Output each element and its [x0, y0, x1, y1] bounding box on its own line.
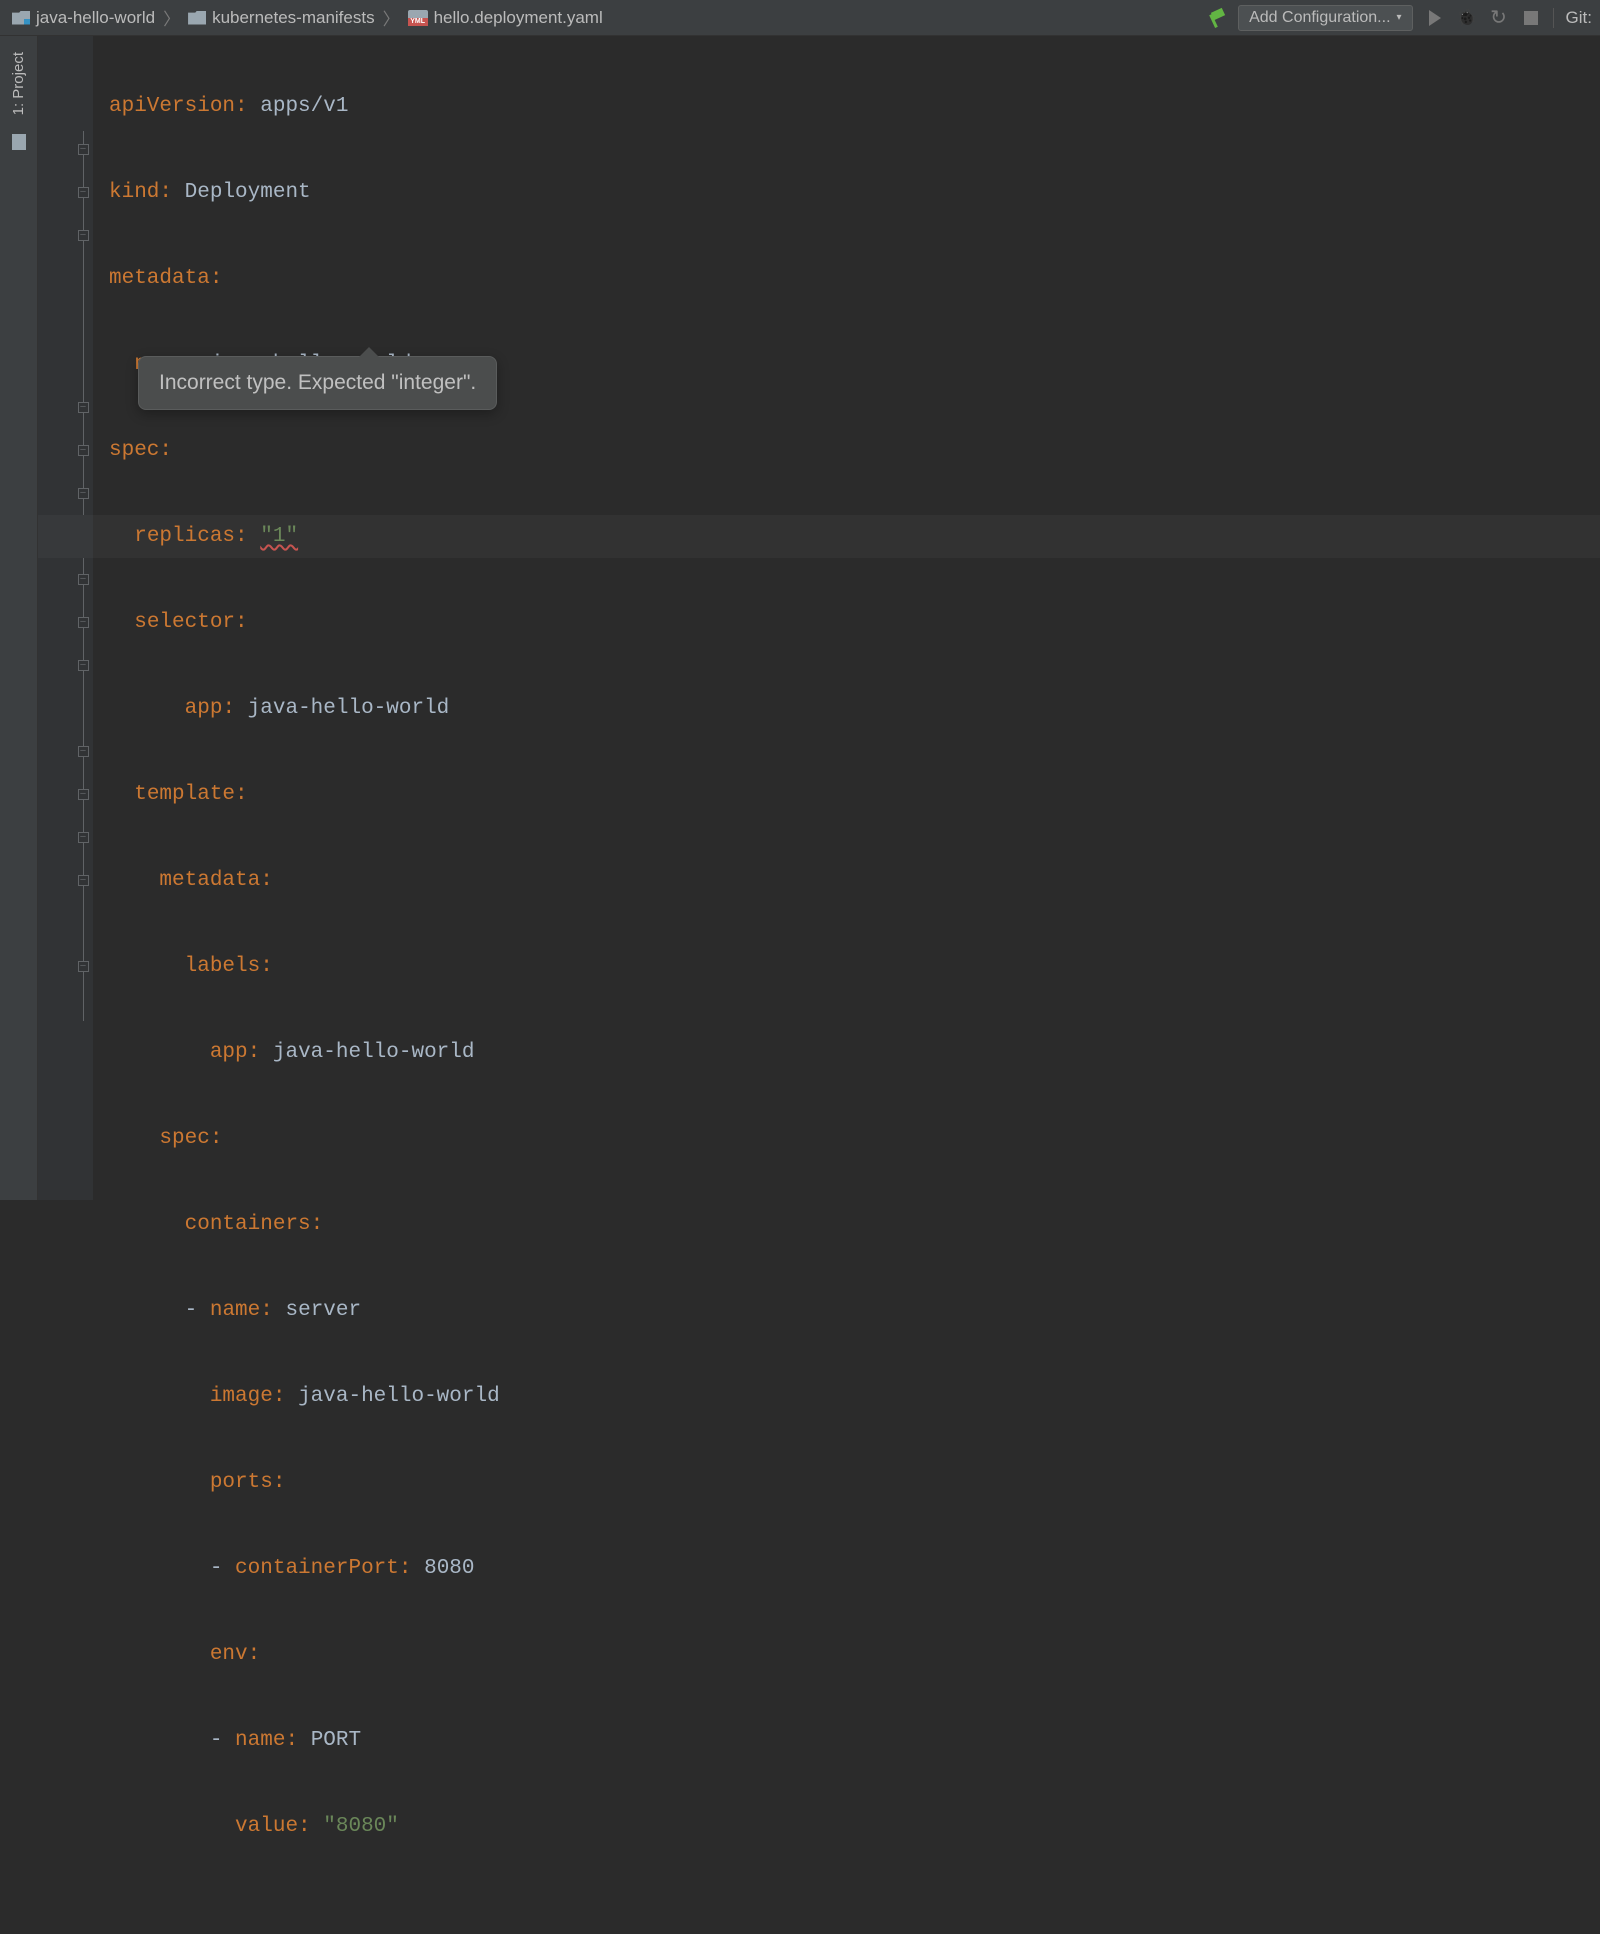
coverage-icon[interactable] — [1489, 8, 1509, 28]
fold-toggle[interactable] — [77, 472, 89, 515]
code-line[interactable]: metadata: — [93, 257, 1600, 300]
sidebar-folder-icon[interactable] — [12, 134, 26, 150]
top-toolbar: java-hello-world 〉 kubernetes-manifests … — [0, 0, 1600, 36]
code-line[interactable]: ports: — [93, 1461, 1600, 1504]
code-line[interactable]: selector: — [93, 601, 1600, 644]
fold-toggle[interactable] — [77, 730, 89, 773]
toolbar-right: Add Configuration... Git: — [1206, 5, 1592, 31]
code-line[interactable]: - containerPort: 8080 — [93, 1547, 1600, 1590]
folder-icon — [188, 11, 206, 25]
editor[interactable]: apiVersion: apps/v1 kind: Deployment met… — [38, 36, 1600, 1200]
left-sidebar: 1: Project — [0, 36, 38, 1200]
fold-marker — [77, 85, 89, 128]
code-line[interactable]: containers: — [93, 1203, 1600, 1246]
fold-toggle[interactable] — [77, 859, 89, 902]
code-line[interactable]: spec: — [93, 429, 1600, 472]
fold-marker — [77, 300, 89, 343]
project-folder-icon — [12, 11, 30, 25]
error-value: "1" — [260, 525, 298, 548]
code-line[interactable]: image: java-hello-world — [93, 1375, 1600, 1418]
fold-toggle[interactable] — [77, 644, 89, 687]
code-area[interactable]: apiVersion: apps/v1 kind: Deployment met… — [93, 36, 1600, 1200]
code-line[interactable]: env: — [93, 1633, 1600, 1676]
code-line-error[interactable]: replicas: "1" — [93, 515, 1600, 558]
code-line[interactable]: spec: — [93, 1117, 1600, 1160]
code-line[interactable]: template: — [93, 773, 1600, 816]
code-line[interactable]: value: "8080" — [93, 1805, 1600, 1848]
toolbar-separator — [1553, 8, 1554, 28]
fold-marker — [77, 42, 89, 85]
build-icon[interactable] — [1206, 8, 1226, 28]
stop-icon[interactable] — [1521, 8, 1541, 28]
code-line[interactable]: apiVersion: apps/v1 — [93, 85, 1600, 128]
main-area: 1: Project — [0, 36, 1600, 1200]
fold-toggle[interactable] — [77, 128, 89, 171]
breadcrumb-file-label: hello.deployment.yaml — [434, 8, 603, 28]
code-line[interactable]: - name: server — [93, 1289, 1600, 1332]
fold-toggle[interactable] — [77, 386, 89, 429]
error-tooltip: Incorrect type. Expected "integer". — [138, 356, 497, 410]
project-tab-label: 1: Project — [10, 52, 27, 115]
code-line[interactable]: labels: — [93, 945, 1600, 988]
fold-marker — [77, 343, 89, 386]
fold-toggle[interactable] — [77, 945, 89, 988]
yaml-file-icon — [408, 10, 428, 26]
code-line[interactable]: app: java-hello-world — [93, 687, 1600, 730]
run-config-label: Add Configuration... — [1249, 9, 1390, 27]
fold-toggle[interactable] — [77, 429, 89, 472]
fold-toggle[interactable] — [77, 171, 89, 214]
fold-toggle[interactable] — [77, 816, 89, 859]
breadcrumb-separator: 〉 — [163, 5, 180, 30]
fold-toggle[interactable] — [77, 214, 89, 257]
tooltip-message: Incorrect type. Expected "integer". — [159, 371, 476, 394]
code-line[interactable]: metadata: — [93, 859, 1600, 902]
git-label[interactable]: Git: — [1566, 8, 1592, 28]
editor-gutter[interactable] — [38, 36, 93, 1200]
fold-marker — [77, 257, 89, 300]
fold-toggle[interactable] — [77, 558, 89, 601]
fold-toggle[interactable] — [77, 601, 89, 644]
breadcrumb-file[interactable]: hello.deployment.yaml — [404, 6, 607, 30]
fold-marker — [77, 687, 89, 730]
breadcrumb-separator: 〉 — [383, 5, 400, 30]
run-configuration-button[interactable]: Add Configuration... — [1238, 5, 1412, 31]
breadcrumb-project[interactable]: java-hello-world — [8, 6, 159, 30]
breadcrumbs: java-hello-world 〉 kubernetes-manifests … — [8, 5, 1206, 30]
code-line[interactable]: - name: PORT — [93, 1719, 1600, 1762]
code-line[interactable]: kind: Deployment — [93, 171, 1600, 214]
project-tool-window-tab[interactable]: 1: Project — [6, 44, 31, 123]
run-icon[interactable] — [1425, 8, 1445, 28]
breadcrumb-folder-label: kubernetes-manifests — [212, 8, 375, 28]
debug-icon[interactable] — [1457, 8, 1477, 28]
breadcrumb-project-label: java-hello-world — [36, 8, 155, 28]
breadcrumb-folder[interactable]: kubernetes-manifests — [184, 6, 379, 30]
code-line[interactable]: app: java-hello-world — [93, 1031, 1600, 1074]
fold-marker — [77, 902, 89, 945]
fold-toggle[interactable] — [77, 773, 89, 816]
